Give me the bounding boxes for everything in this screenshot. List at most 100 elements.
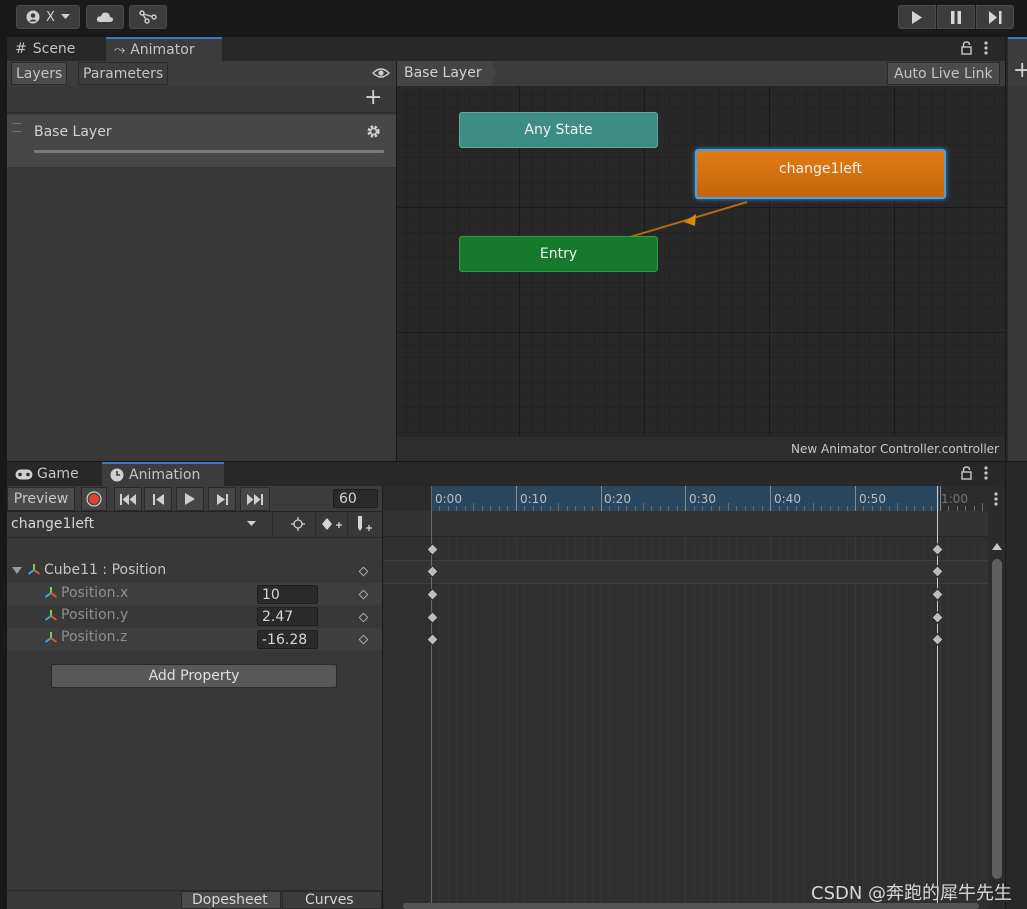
vertical-scrollbar[interactable] [989, 537, 1005, 909]
layer-name: Base Layer [34, 124, 112, 140]
play-button[interactable] [898, 5, 936, 29]
preview-button[interactable]: Preview [7, 487, 75, 511]
any-state-label: Any State [524, 122, 593, 138]
cloud-icon [96, 12, 114, 22]
grid-line [821, 537, 823, 909]
lock-icon[interactable] [961, 466, 972, 480]
prev-key-button[interactable] [144, 487, 172, 511]
grid-line [583, 537, 585, 909]
preview-label: Preview [13, 491, 69, 507]
tab-dopesheet[interactable]: Dopesheet [181, 891, 281, 909]
state-graph[interactable]: Any State Entry change1left [397, 86, 1005, 437]
keyframe-diamond-icon[interactable] [358, 634, 369, 645]
grid-line [956, 537, 958, 909]
more-menu-icon[interactable] [994, 492, 998, 506]
property-row-y[interactable]: Position.y 2.47 [7, 606, 382, 628]
add-keyframe-icon[interactable] [321, 517, 343, 531]
tab-curves[interactable]: Curves [282, 891, 382, 909]
grid-line [761, 537, 763, 909]
gear-icon[interactable] [366, 124, 381, 139]
anim-play-button[interactable] [176, 487, 204, 511]
entry-node[interactable]: Entry [459, 236, 658, 272]
tab-parameters-label: Parameters [83, 65, 164, 82]
grid-line [812, 537, 814, 909]
add-layer-button[interactable]: + [364, 85, 382, 110]
drag-handle-icon[interactable] [12, 123, 21, 132]
grid-line [888, 537, 890, 909]
grid-line [880, 537, 882, 909]
grid-line [795, 537, 797, 909]
grid-line [439, 537, 441, 909]
keyframe-diamond-icon[interactable] [358, 589, 369, 600]
grid-line [685, 537, 687, 909]
tab-parameters[interactable]: Parameters [78, 62, 169, 85]
property-value-field[interactable]: -16.28 [257, 630, 318, 649]
add-event-icon[interactable] [357, 516, 373, 532]
ruler-label: 1:00 [941, 492, 968, 506]
event-lane[interactable] [383, 511, 988, 537]
change1left-label: change1left [778, 161, 863, 177]
expand-arrow-icon[interactable] [12, 567, 22, 575]
ruler-label: 0:50 [859, 492, 886, 506]
grid-line [524, 537, 526, 909]
frame-field[interactable]: 60 [333, 489, 378, 508]
add-property-label: Add Property [148, 668, 240, 684]
divider [315, 512, 316, 536]
more-menu-icon[interactable] [984, 41, 988, 55]
account-button[interactable]: X [16, 5, 80, 29]
transform-icon [44, 587, 58, 598]
tab-game[interactable]: Game [7, 462, 99, 486]
add-property-button[interactable]: Add Property [51, 664, 337, 688]
layer-item-base[interactable]: Base Layer [7, 115, 396, 167]
tab-layers[interactable]: Layers [11, 62, 68, 85]
collab-button[interactable] [129, 5, 167, 29]
breadcrumb[interactable]: Base Layer [397, 61, 497, 86]
play-icon [912, 10, 922, 24]
change1left-node[interactable]: change1left [695, 149, 946, 199]
gamepad-icon [15, 469, 33, 479]
tab-scene-label: Scene [32, 41, 76, 57]
lock-icon[interactable] [961, 41, 972, 55]
grid-line [973, 537, 975, 909]
next-key-button[interactable] [208, 487, 236, 511]
tab-animator-label: Animator [130, 42, 195, 58]
tab-animator[interactable]: ⤳ Animator [106, 37, 222, 61]
crosshair-icon[interactable] [291, 517, 305, 531]
dopesheet[interactable]: 0:00 0:10 0:20 0:30 0:40 0:50 1:00 [383, 486, 1005, 909]
add-object-button[interactable]: + [1013, 58, 1027, 83]
step-button[interactable] [976, 5, 1014, 29]
scrollbar-thumb[interactable] [992, 559, 1002, 879]
grid-line [507, 537, 509, 909]
first-key-button[interactable] [114, 487, 142, 511]
layer-weight-bar[interactable] [34, 150, 384, 153]
auto-live-link-button[interactable]: Auto Live Link [887, 62, 1000, 85]
time-ruler[interactable]: 0:00 0:10 0:20 0:30 0:40 0:50 1:00 [383, 486, 988, 511]
keyframe-area[interactable] [383, 537, 988, 909]
record-button[interactable] [81, 487, 107, 511]
scroll-up-icon[interactable] [992, 543, 1002, 550]
keyframe-diamond-icon[interactable] [358, 566, 369, 577]
hierarchy-toolbar: + [1008, 58, 1027, 86]
property-value-field[interactable]: 10 [257, 585, 318, 604]
any-state-node[interactable]: Any State [459, 112, 658, 148]
grid-line [829, 537, 831, 909]
tab-animation[interactable]: Animation [102, 462, 224, 486]
more-menu-icon[interactable] [984, 466, 988, 480]
grid-line [693, 537, 695, 909]
pause-button[interactable] [937, 5, 975, 29]
property-group-row[interactable]: Cube11 : Position [7, 560, 382, 582]
tab-scene[interactable]: # Scene [7, 37, 103, 61]
ruler-label: 0:20 [604, 492, 631, 506]
last-key-button[interactable] [240, 487, 270, 511]
ruler-tick [982, 503, 984, 511]
cloud-button[interactable] [86, 5, 124, 29]
keyframe-diamond-icon[interactable] [358, 612, 369, 623]
record-icon [86, 491, 102, 507]
account-icon [26, 10, 40, 24]
property-row-x[interactable]: Position.x 10 [7, 583, 382, 605]
clip-dropdown[interactable]: change1left [7, 512, 263, 536]
property-row-z[interactable]: Position.z -16.28 [7, 628, 382, 650]
property-value-field[interactable]: 2.47 [257, 607, 318, 626]
eye-icon[interactable] [372, 67, 390, 79]
grid-line [659, 537, 661, 909]
